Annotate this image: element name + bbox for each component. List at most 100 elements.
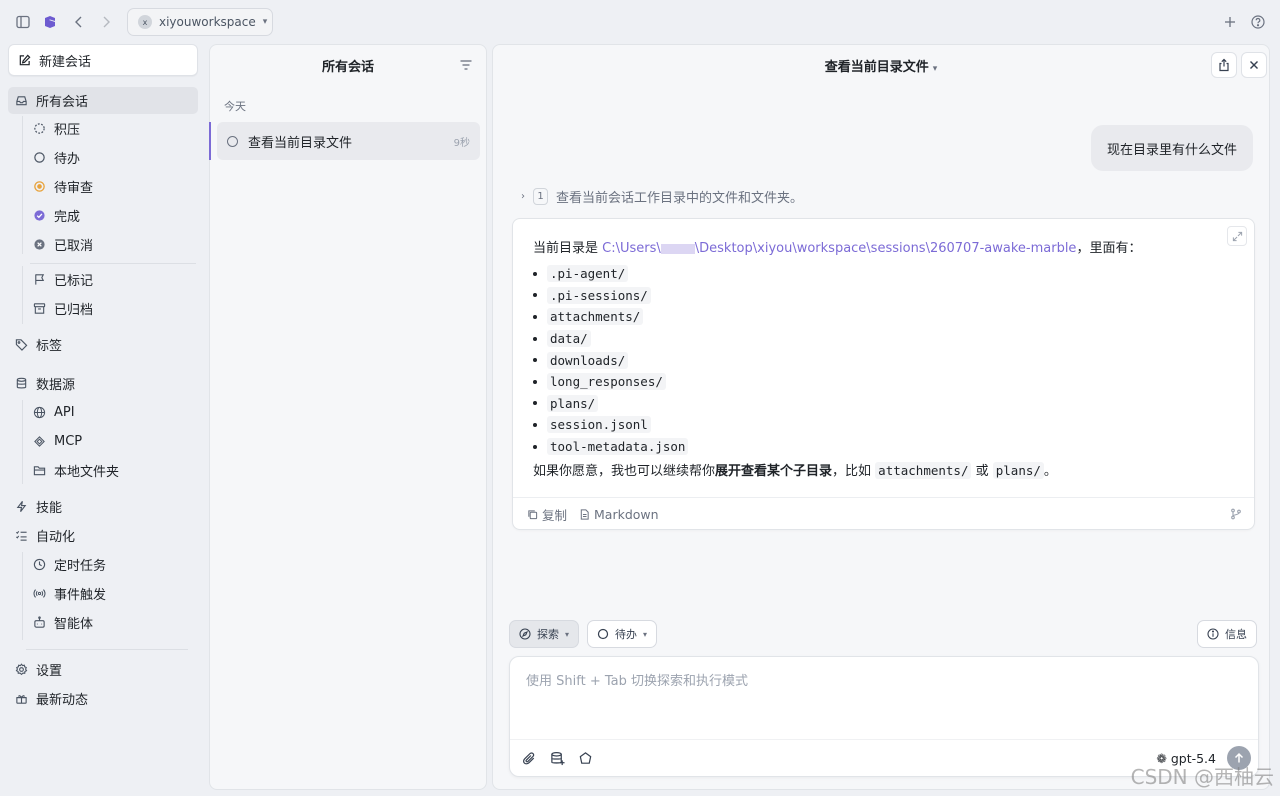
backlog-icon <box>32 122 46 136</box>
new-chat-label: 新建会话 <box>39 54 92 70</box>
todo-status-icon[interactable] <box>227 135 238 147</box>
status-selector[interactable]: 待办 ▾ <box>587 620 658 648</box>
help-icon[interactable] <box>1248 12 1268 32</box>
message-input[interactable] <box>526 669 1226 693</box>
tree-guide <box>22 266 23 324</box>
cancelled-icon <box>32 238 46 252</box>
sidebar-item-skills[interactable]: 技能 <box>8 493 198 520</box>
folder-icon <box>32 464 46 478</box>
share-button[interactable] <box>1211 52 1237 78</box>
info-label: 信息 <box>1225 628 1247 641</box>
bullet <box>533 358 537 363</box>
info-button[interactable]: 信息 <box>1197 620 1257 648</box>
data-source-icon[interactable] <box>548 749 566 767</box>
bullet <box>533 422 537 427</box>
document-icon <box>580 509 589 520</box>
sidebar-item-agent[interactable]: 智能体 <box>26 609 198 636</box>
chevron-down-icon: ▾ <box>932 64 938 74</box>
sidebar-item-mcp[interactable]: MCP <box>26 428 198 455</box>
file-name: tool-metadata.json <box>547 438 689 456</box>
sidebar-item-sources[interactable]: 数据源 <box>8 370 198 397</box>
sidebar-item-label: 积压 <box>54 123 81 138</box>
sidebar-item-review[interactable]: 待审查 <box>26 173 198 200</box>
branch-icon[interactable] <box>1230 508 1242 520</box>
outro-bold: 展开查看某个子目录 <box>715 464 833 479</box>
sidebar-item-flagged[interactable]: 已标记 <box>26 266 198 293</box>
workspace-badge: x <box>138 15 152 29</box>
sidebar-item-label: 本地文件夹 <box>54 465 120 480</box>
copy-icon <box>528 510 538 520</box>
sidebar-item-api[interactable]: API <box>26 399 198 426</box>
close-icon <box>1250 61 1258 69</box>
mode-selector[interactable]: 探索 ▾ <box>509 620 580 648</box>
composer: ❁gpt-5.4 <box>509 656 1259 777</box>
filter-icon[interactable] <box>458 57 474 73</box>
mcp-icon <box>32 435 46 449</box>
tag-icon <box>14 338 28 352</box>
sidebar: 新建会话 所有会话 积压 待办 待审查 完成 已取消 已标记 已归档 标签 数据… <box>0 44 204 796</box>
watermark: CSDN @西柚云 <box>1130 765 1274 789</box>
sidebar-item-archived[interactable]: 已归档 <box>26 295 198 322</box>
tool-call-row[interactable]: › 1 查看当前会话工作目录中的文件和文件夹。 <box>521 187 803 206</box>
forward-icon[interactable] <box>96 12 116 32</box>
sidebar-item-label: 待办 <box>54 152 81 167</box>
user-message: 现在目录里有什么文件 <box>1090 125 1253 171</box>
sidebar-item-label: 设置 <box>36 664 63 679</box>
clock-icon <box>32 558 46 572</box>
chat-panel: 查看当前目录文件 ▾ 现在目录里有什么文件 › 1 查看当前会话工作目录中的文件和… <box>492 44 1270 790</box>
path-end: \Desktop\xiyou\workspace\sessions\260707… <box>694 241 1077 256</box>
bolt-icon <box>14 500 28 514</box>
new-chat-button[interactable]: 新建会话 <box>8 44 198 76</box>
sidebar-item-settings[interactable]: 设置 <box>8 656 198 683</box>
sidebar-item-cancelled[interactable]: 已取消 <box>26 231 198 258</box>
inbox-icon <box>14 94 28 108</box>
copy-button[interactable]: 复制 <box>527 505 567 524</box>
tree-guide <box>22 400 23 484</box>
conversation-item[interactable]: 查看当前目录文件 9秒 <box>217 122 480 160</box>
outro-mid: ，比如 <box>832 464 876 479</box>
list-checks-icon <box>14 529 28 543</box>
skill-icon[interactable] <box>576 749 594 767</box>
list-item: plans/ <box>533 393 688 415</box>
sidebar-item-scheduled[interactable]: 定时任务 <box>26 551 198 578</box>
sidebar-toggle-icon[interactable] <box>13 12 33 32</box>
gift-icon <box>14 692 28 706</box>
markdown-button[interactable]: Markdown <box>579 507 659 522</box>
path-link[interactable]: C:\Users\ \Desktop\xiyou\workspace\sessio… <box>602 241 1076 256</box>
sidebar-item-all-chats[interactable]: 所有会话 <box>8 87 198 114</box>
expand-button[interactable] <box>1227 226 1247 246</box>
tool-step-count: 1 <box>533 188 548 205</box>
sidebar-item-label: 已取消 <box>54 239 94 254</box>
markdown-label: Markdown <box>594 507 659 522</box>
sidebar-item-done[interactable]: 完成 <box>26 202 198 229</box>
answer-intro: 当前目录是 C:\Users\ \Desktop\xiyou\workspace\… <box>533 237 1141 256</box>
plus-icon[interactable] <box>1220 12 1240 32</box>
file-name: data/ <box>547 330 591 348</box>
attach-icon[interactable] <box>520 749 538 767</box>
bullet <box>533 271 537 276</box>
redacted-username <box>660 243 695 254</box>
sidebar-item-tags[interactable]: 标签 <box>8 331 198 358</box>
outro-prefix: 如果你愿意，我也可以继续帮你 <box>533 464 716 479</box>
outro-end: 。 <box>1043 464 1057 479</box>
sidebar-item-automation[interactable]: 自动化 <box>8 522 198 549</box>
review-icon <box>32 180 46 194</box>
sidebar-item-whats-new[interactable]: 最新动态 <box>8 685 198 712</box>
sidebar-item-event-trigger[interactable]: 事件触发 <box>26 580 198 607</box>
sidebar-item-local-folder[interactable]: 本地文件夹 <box>26 457 198 484</box>
chat-title[interactable]: 查看当前目录文件 ▾ <box>493 56 1269 75</box>
close-button[interactable] <box>1241 52 1267 78</box>
app-logo-icon <box>40 12 60 32</box>
sidebar-item-label: 自动化 <box>36 530 76 545</box>
sidebar-item-label: MCP <box>54 434 83 449</box>
outro-or: 或 <box>971 464 993 479</box>
workspace-selector[interactable]: x xiyouworkspace ▾ <box>127 8 273 36</box>
sidebar-item-todo[interactable]: 待办 <box>26 144 198 171</box>
list-item: session.jsonl <box>533 414 688 436</box>
sidebar-item-label: 待审查 <box>54 181 94 196</box>
bullet <box>533 444 537 449</box>
back-icon[interactable] <box>69 12 89 32</box>
sidebar-item-backlog[interactable]: 积压 <box>26 115 198 142</box>
bot-icon <box>32 616 46 630</box>
path-start: C:\Users\ <box>602 241 661 256</box>
